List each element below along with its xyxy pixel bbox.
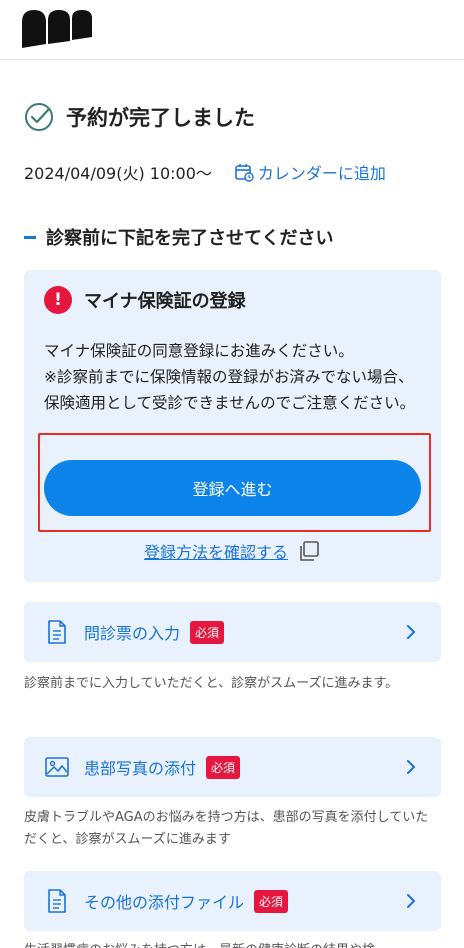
section-heading: 診察前に下記を完了させてください <box>24 224 333 250</box>
required-badge: 必須 <box>254 889 289 913</box>
task-note: 皮膚トラブルやAGAのお悩みを持つ方は、患部の写真を添付していただくと、診察がス… <box>24 810 429 847</box>
task-card-questionnaire[interactable]: 問診票の入力 必須 <box>24 602 441 662</box>
chevron-right-icon <box>407 894 415 908</box>
myna-desc-line2: ※診察前までに保険情報の登録がお済みでない場合、保険適用として受診できませんので… <box>44 368 416 412</box>
myna-card-description: マイナ保険証の同意登録にお進みください。 ※診察前までに保険情報の登録がお済みで… <box>44 338 424 416</box>
completion-header: 予約が完了しました <box>24 100 255 134</box>
registration-howto-link[interactable]: 登録方法を確認する <box>0 538 464 564</box>
task-label: その他の添付ファイル <box>84 893 245 912</box>
myna-card-header: ! マイナ保険証の登録 <box>44 286 246 314</box>
myna-insurance-card: ! マイナ保険証の登録 マイナ保険証の同意登録にお進みください。 ※診察前までに… <box>24 270 441 582</box>
add-to-calendar-label: カレンダーに追加 <box>257 164 386 183</box>
chevron-right-icon <box>407 760 415 774</box>
section-dash-icon <box>24 235 36 239</box>
task-card-affected-photo[interactable]: 患部写真の添付 必須 <box>24 737 441 797</box>
calendar-icon <box>235 164 254 182</box>
register-button[interactable]: 登録へ進む <box>44 460 421 516</box>
task-note: 診察前までに入力していただくと、診察がスムーズに進みます。 <box>24 676 399 691</box>
chevron-right-icon <box>407 625 415 639</box>
appointment-datetime-row: 2024/04/09(火) 10:00〜 カレンダーに追加 <box>24 160 386 184</box>
document-icon <box>48 889 66 913</box>
brand-logo-icon[interactable] <box>20 6 96 52</box>
task-card-other-attachments[interactable]: その他の添付ファイル 必須 <box>24 871 441 931</box>
myna-desc-line1: マイナ保険証の同意登録にお進みください。 <box>44 342 354 360</box>
add-to-calendar-link[interactable]: カレンダーに追加 <box>234 160 386 184</box>
myna-card-title: マイナ保険証の登録 <box>84 291 246 312</box>
image-icon <box>45 757 69 777</box>
section-title: 診察前に下記を完了させてください <box>46 228 334 249</box>
check-circle-icon <box>25 103 53 131</box>
required-badge: 必須 <box>190 620 225 644</box>
appointment-datetime: 2024/04/09(火) 10:00〜 <box>24 164 212 183</box>
document-icon <box>48 620 66 644</box>
page-title: 予約が完了しました <box>66 106 255 130</box>
required-badge: 必須 <box>206 755 241 779</box>
alert-icon: ! <box>44 286 72 314</box>
howto-link-label: 登録方法を確認する <box>143 543 288 562</box>
task-label: 患部写真の添付 <box>84 759 197 778</box>
task-label: 問診票の入力 <box>84 624 181 643</box>
task-note: 生活習慣病のお悩みを持つ方は、最新の健康診断の結果や検 <box>24 940 440 948</box>
copy-icon <box>300 541 319 561</box>
app-header <box>0 0 464 60</box>
